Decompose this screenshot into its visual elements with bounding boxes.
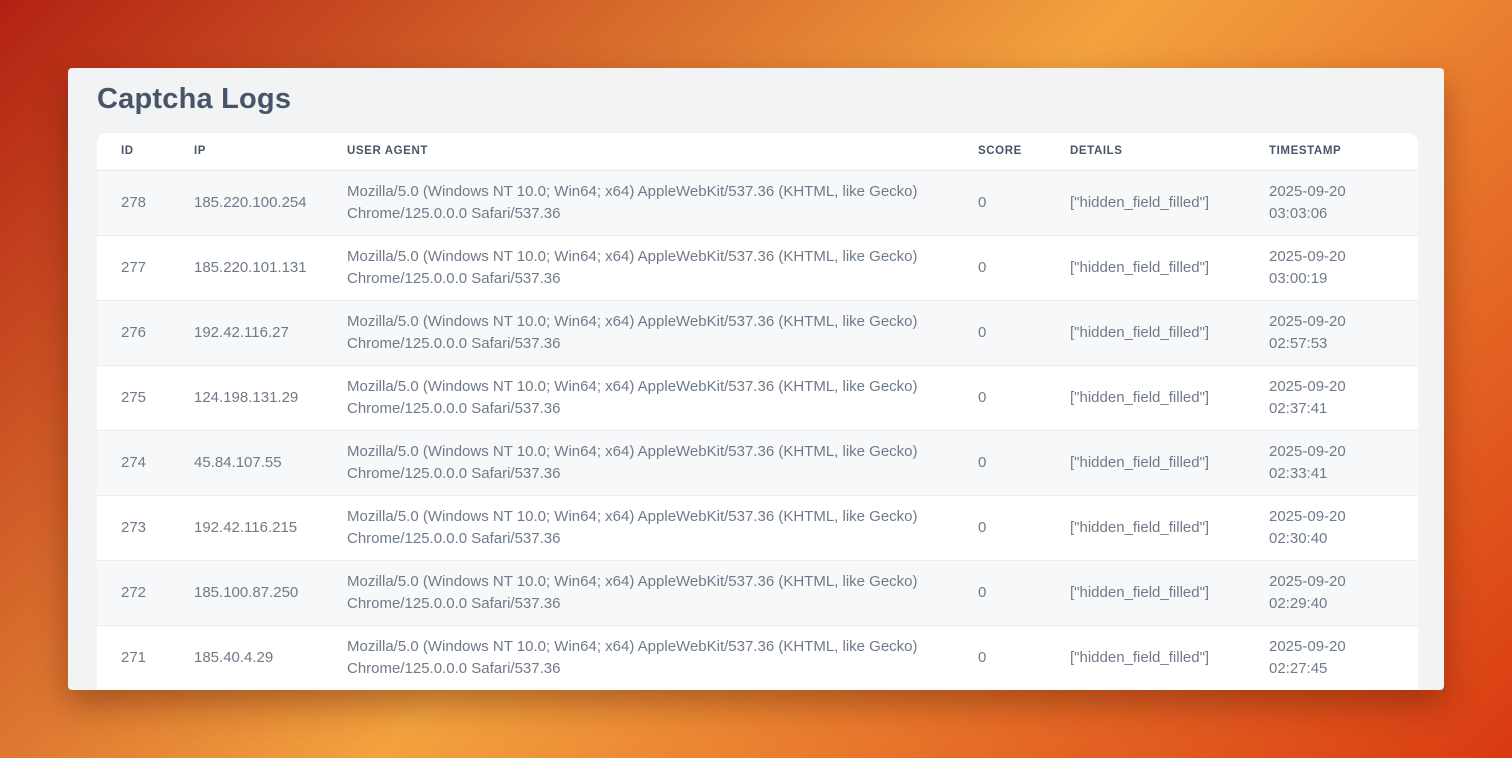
- cell-id: 272: [97, 560, 170, 625]
- cell-details: ["hidden_field_filled"]: [1046, 430, 1245, 495]
- page-background: { "page": { "title": "Captcha Logs" }, "…: [0, 0, 1512, 758]
- cell-id: 273: [97, 495, 170, 560]
- cell-details: ["hidden_field_filled"]: [1046, 235, 1245, 300]
- cell-timestamp: 2025-09-20 02:29:40: [1245, 560, 1418, 625]
- captcha-logs-table: ID IP USER AGENT SCORE DETAILS TIMESTAMP…: [97, 133, 1418, 690]
- cell-timestamp: 2025-09-20 02:27:45: [1245, 625, 1418, 690]
- cell-score: 0: [954, 170, 1046, 235]
- column-header-score: SCORE: [954, 133, 1046, 170]
- cell-user-agent: Mozilla/5.0 (Windows NT 10.0; Win64; x64…: [323, 300, 954, 365]
- table-header: ID IP USER AGENT SCORE DETAILS TIMESTAMP: [97, 133, 1418, 170]
- table-row: 271 185.40.4.29 Mozilla/5.0 (Windows NT …: [97, 625, 1418, 690]
- cell-timestamp: 2025-09-20 02:30:40: [1245, 495, 1418, 560]
- cell-id: 275: [97, 365, 170, 430]
- cell-details: ["hidden_field_filled"]: [1046, 625, 1245, 690]
- cell-user-agent: Mozilla/5.0 (Windows NT 10.0; Win64; x64…: [323, 365, 954, 430]
- cell-timestamp: 2025-09-20 03:03:06: [1245, 170, 1418, 235]
- cell-id: 277: [97, 235, 170, 300]
- table-row: 277 185.220.101.131 Mozilla/5.0 (Windows…: [97, 235, 1418, 300]
- cell-user-agent: Mozilla/5.0 (Windows NT 10.0; Win64; x64…: [323, 495, 954, 560]
- cell-user-agent: Mozilla/5.0 (Windows NT 10.0; Win64; x64…: [323, 430, 954, 495]
- cell-id: 274: [97, 430, 170, 495]
- column-header-ip: IP: [170, 133, 323, 170]
- cell-id: 276: [97, 300, 170, 365]
- cell-ip: 185.220.101.131: [170, 235, 323, 300]
- cell-user-agent: Mozilla/5.0 (Windows NT 10.0; Win64; x64…: [323, 170, 954, 235]
- table-row: 272 185.100.87.250 Mozilla/5.0 (Windows …: [97, 560, 1418, 625]
- cell-ip: 124.198.131.29: [170, 365, 323, 430]
- cell-score: 0: [954, 495, 1046, 560]
- cell-details: ["hidden_field_filled"]: [1046, 560, 1245, 625]
- table-container: ID IP USER AGENT SCORE DETAILS TIMESTAMP…: [97, 133, 1418, 690]
- cell-score: 0: [954, 625, 1046, 690]
- cell-score: 0: [954, 235, 1046, 300]
- cell-id: 278: [97, 170, 170, 235]
- column-header-details: DETAILS: [1046, 133, 1245, 170]
- cell-score: 0: [954, 300, 1046, 365]
- table-row: 273 192.42.116.215 Mozilla/5.0 (Windows …: [97, 495, 1418, 560]
- cell-score: 0: [954, 430, 1046, 495]
- cell-score: 0: [954, 560, 1046, 625]
- cell-ip: 185.40.4.29: [170, 625, 323, 690]
- cell-ip: 192.42.116.27: [170, 300, 323, 365]
- page-title: Captcha Logs: [97, 83, 1444, 116]
- table-row: 278 185.220.100.254 Mozilla/5.0 (Windows…: [97, 170, 1418, 235]
- table-header-row: ID IP USER AGENT SCORE DETAILS TIMESTAMP: [97, 133, 1418, 170]
- cell-score: 0: [954, 365, 1046, 430]
- table-row: 274 45.84.107.55 Mozilla/5.0 (Windows NT…: [97, 430, 1418, 495]
- cell-id: 271: [97, 625, 170, 690]
- cell-details: ["hidden_field_filled"]: [1046, 365, 1245, 430]
- table-row: 276 192.42.116.27 Mozilla/5.0 (Windows N…: [97, 300, 1418, 365]
- cell-details: ["hidden_field_filled"]: [1046, 300, 1245, 365]
- cell-user-agent: Mozilla/5.0 (Windows NT 10.0; Win64; x64…: [323, 625, 954, 690]
- cell-timestamp: 2025-09-20 02:37:41: [1245, 365, 1418, 430]
- cell-ip: 185.100.87.250: [170, 560, 323, 625]
- column-header-user-agent: USER AGENT: [323, 133, 954, 170]
- column-header-timestamp: TIMESTAMP: [1245, 133, 1418, 170]
- cell-ip: 185.220.100.254: [170, 170, 323, 235]
- cell-ip: 192.42.116.215: [170, 495, 323, 560]
- captcha-logs-card: Captcha Logs ID IP USER AGENT SCORE DETA…: [68, 68, 1444, 690]
- cell-ip: 45.84.107.55: [170, 430, 323, 495]
- cell-details: ["hidden_field_filled"]: [1046, 495, 1245, 560]
- cell-timestamp: 2025-09-20 03:00:19: [1245, 235, 1418, 300]
- column-header-id: ID: [97, 133, 170, 170]
- cell-timestamp: 2025-09-20 02:33:41: [1245, 430, 1418, 495]
- cell-user-agent: Mozilla/5.0 (Windows NT 10.0; Win64; x64…: [323, 235, 954, 300]
- cell-details: ["hidden_field_filled"]: [1046, 170, 1245, 235]
- cell-user-agent: Mozilla/5.0 (Windows NT 10.0; Win64; x64…: [323, 560, 954, 625]
- table-body: 278 185.220.100.254 Mozilla/5.0 (Windows…: [97, 170, 1418, 690]
- cell-timestamp: 2025-09-20 02:57:53: [1245, 300, 1418, 365]
- table-row: 275 124.198.131.29 Mozilla/5.0 (Windows …: [97, 365, 1418, 430]
